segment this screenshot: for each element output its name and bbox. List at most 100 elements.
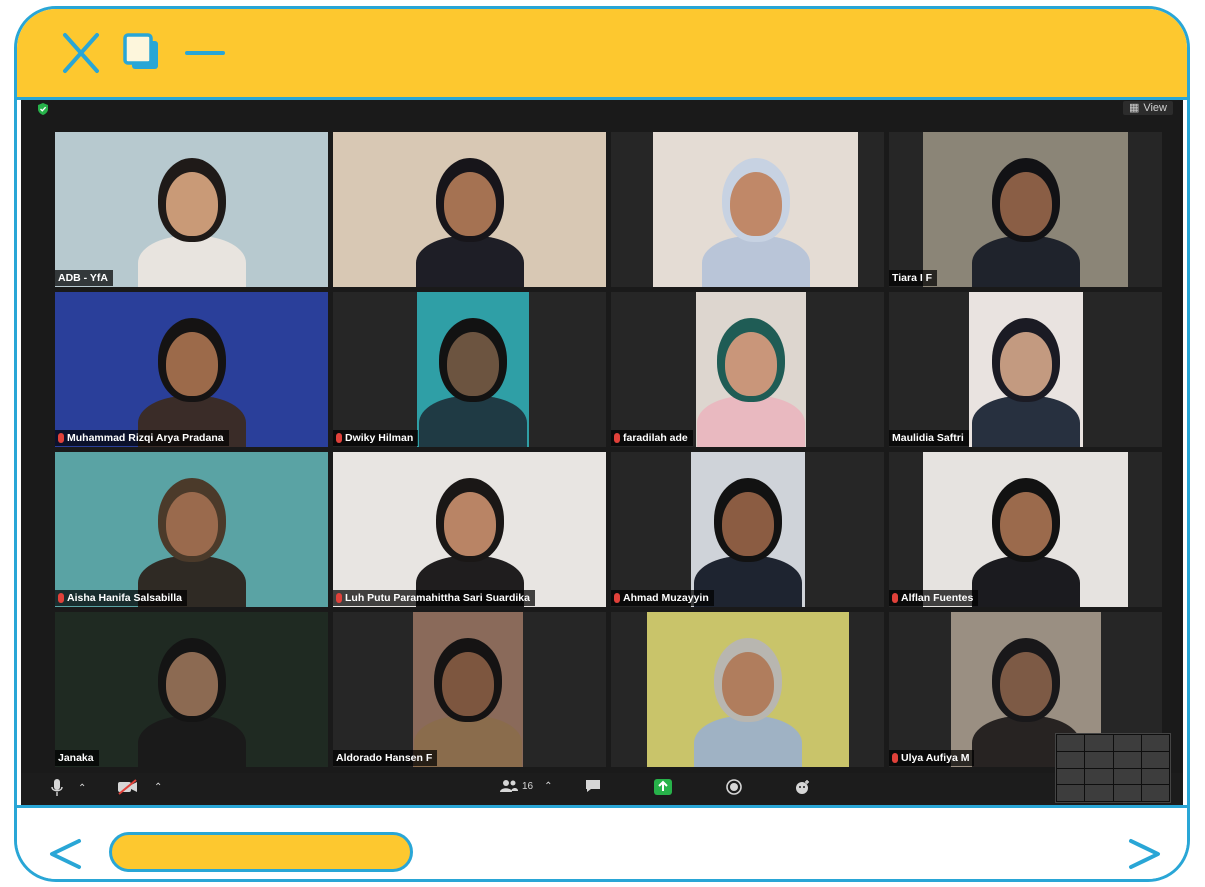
participant-nameplate: Muhammad Rizqi Arya Pradana <box>55 430 229 446</box>
muted-microphone-icon <box>892 753 898 763</box>
scrollbar-thumb[interactable] <box>109 832 413 872</box>
participant-nameplate: Ulya Aufiya M <box>889 750 975 766</box>
participant-video <box>55 132 328 287</box>
participant-nameplate: Dwiky Hilman <box>333 430 419 446</box>
grid-view-icon: ▦ <box>1128 102 1140 114</box>
app-window: ▦ View ADB - YfA Tiara I F Muhammad Rizqi … <box>14 6 1190 882</box>
participant-video-tile[interactable] <box>333 132 606 287</box>
participant-name: Ahmad Muzayyin <box>623 592 709 604</box>
close-icon[interactable] <box>59 31 103 75</box>
chevron-left-icon[interactable] <box>47 838 83 875</box>
participant-video-tile[interactable]: Aisha Hanifa Salsabilla <box>55 452 328 607</box>
participant-video <box>969 292 1083 447</box>
share-screen-button[interactable] <box>654 779 672 795</box>
participant-video <box>696 292 806 447</box>
muted-microphone-icon <box>614 433 620 443</box>
participant-nameplate: Janaka <box>55 750 99 766</box>
muted-microphone-icon <box>892 593 898 603</box>
meeting-toolbar: ⌃ ⌃ 16 ⌃ <box>21 733 1183 805</box>
participant-nameplate: Aldorado Hansen F <box>333 750 438 766</box>
participant-video <box>647 612 849 767</box>
participant-nameplate: ADB - YfA <box>55 270 113 286</box>
chevron-up-icon[interactable]: ⌃ <box>154 782 162 793</box>
chevron-up-icon[interactable]: ⌃ <box>544 781 552 792</box>
muted-microphone-icon <box>58 593 64 603</box>
participant-video-tile[interactable]: Janaka <box>55 612 328 767</box>
chevron-right-icon[interactable] <box>1127 838 1163 875</box>
minimize-icon[interactable] <box>183 31 227 75</box>
participant-video-tile[interactable]: ADB - YfA <box>55 132 328 287</box>
participant-figure <box>410 132 530 287</box>
meeting-thumbnail-preview[interactable] <box>1055 733 1171 803</box>
participant-figure <box>966 452 1086 607</box>
participant-video-tile[interactable]: Luh Putu Paramahittha Sari Suardika <box>333 452 606 607</box>
participant-name: ADB - YfA <box>58 272 108 284</box>
participant-figure <box>688 612 808 767</box>
video-meeting-screen: ▦ View ADB - YfA Tiara I F Muhammad Rizqi … <box>21 100 1183 805</box>
participant-video-tile[interactable]: Aldorado Hansen F <box>333 612 606 767</box>
participant-nameplate: Alflan Fuentes <box>889 590 979 606</box>
participant-video-tile[interactable] <box>611 132 884 287</box>
participant-name: Janaka <box>58 752 94 764</box>
participant-video-tile[interactable]: Tiara I F <box>889 132 1162 287</box>
participant-video <box>923 132 1128 287</box>
participant-video-tile[interactable]: faradilah ade <box>611 292 884 447</box>
participant-video <box>55 452 328 607</box>
muted-microphone-icon <box>614 593 620 603</box>
participant-name: Tiara I F <box>892 272 933 284</box>
participant-video-tile[interactable]: Alflan Fuentes <box>889 452 1162 607</box>
participant-name: Luh Putu Paramahittha Sari Suardika <box>345 592 530 604</box>
participant-figure <box>696 292 806 447</box>
muted-microphone-icon <box>58 433 64 443</box>
participant-video-tile[interactable]: Dwiky Hilman <box>333 292 606 447</box>
participant-figure <box>132 452 252 607</box>
participant-figure <box>132 132 252 287</box>
participant-figure <box>966 132 1086 287</box>
security-shield-icon <box>38 103 48 115</box>
muted-microphone-icon <box>336 433 342 443</box>
microphone-button[interactable]: ⌃ <box>51 779 86 797</box>
participant-nameplate: Aisha Hanifa Salsabilla <box>55 590 187 606</box>
participant-figure <box>132 292 252 447</box>
participant-video <box>923 452 1128 607</box>
participant-name: Ulya Aufiya M <box>901 752 970 764</box>
reactions-icon <box>796 780 809 794</box>
record-button[interactable] <box>726 779 742 795</box>
participant-name: Maulidia Saftri <box>892 432 964 444</box>
bottom-bar <box>17 805 1187 879</box>
share-screen-icon <box>654 779 672 795</box>
participants-button[interactable]: 16 ⌃ <box>499 779 553 793</box>
participant-name: Dwiky Hilman <box>345 432 414 444</box>
participant-figure <box>417 292 529 447</box>
participant-figure <box>691 452 805 607</box>
participant-figure <box>413 612 523 767</box>
participant-nameplate: Tiara I F <box>889 270 938 286</box>
participant-video <box>413 612 523 767</box>
participant-video-tile[interactable]: Muhammad Rizqi Arya Pradana <box>55 292 328 447</box>
participant-video <box>55 612 328 767</box>
participant-figure <box>410 452 530 607</box>
participant-video-tile[interactable]: Ahmad Muzayyin <box>611 452 884 607</box>
participant-video <box>55 292 328 447</box>
participant-video-tile[interactable]: Maulidia Saftri <box>889 292 1162 447</box>
chat-icon <box>586 780 600 792</box>
participant-figure <box>969 292 1083 447</box>
reactions-button[interactable] <box>794 779 810 795</box>
participant-figure <box>132 612 252 767</box>
participant-nameplate: Maulidia Saftri <box>889 430 969 446</box>
participant-video <box>653 132 858 287</box>
muted-microphone-icon <box>336 593 342 603</box>
title-bar <box>17 9 1187 100</box>
participant-name: Aisha Hanifa Salsabilla <box>67 592 182 604</box>
record-icon <box>726 779 742 795</box>
restore-icon[interactable] <box>121 31 165 75</box>
microphone-icon <box>51 779 63 796</box>
participant-name: Alflan Fuentes <box>901 592 974 604</box>
stop-video-button[interactable]: ⌃ <box>117 779 162 795</box>
view-button[interactable]: ▦ View <box>1122 101 1173 115</box>
participant-name: Aldorado Hansen F <box>336 752 433 764</box>
chevron-up-icon[interactable]: ⌃ <box>78 783 86 794</box>
view-button-label: View <box>1143 102 1167 114</box>
chat-button[interactable] <box>585 779 601 793</box>
participant-video-tile[interactable] <box>611 612 884 767</box>
